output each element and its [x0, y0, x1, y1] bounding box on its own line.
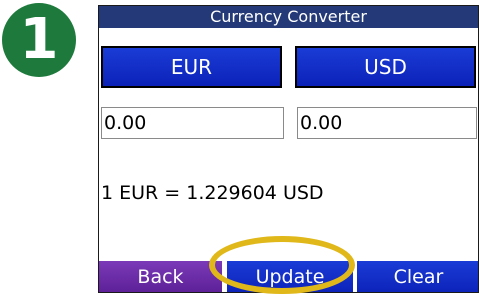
from-amount-field[interactable]: 0.00: [101, 107, 284, 139]
update-button[interactable]: Update: [227, 261, 353, 292]
exchange-rate-text: 1 EUR = 1.229604 USD: [101, 182, 324, 204]
to-amount-field[interactable]: 0.00: [297, 107, 477, 139]
from-currency-button[interactable]: EUR: [101, 46, 282, 88]
step-number-badge: 1: [2, 3, 76, 77]
back-button[interactable]: Back: [99, 261, 222, 292]
currency-converter-screen: Currency Converter EUR USD 0.00 0.00 1 E…: [98, 5, 479, 293]
clear-button[interactable]: Clear: [357, 261, 478, 292]
window-title: Currency Converter: [99, 6, 478, 28]
to-currency-button[interactable]: USD: [295, 46, 476, 88]
